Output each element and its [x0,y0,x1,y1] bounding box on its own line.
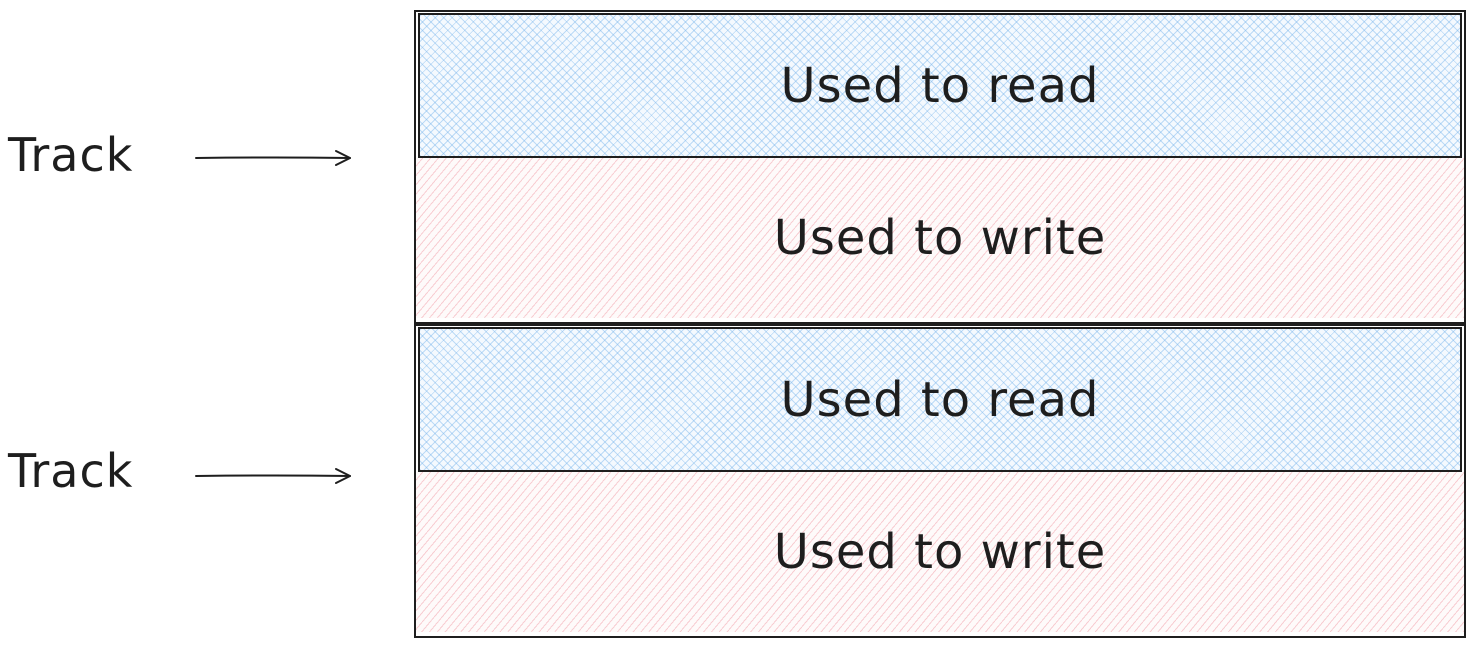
arrow-icon-1 [195,150,351,166]
track-label-1: Track [8,128,134,182]
arrow-icon-2 [195,468,351,484]
track-label-2: Track [8,444,134,498]
write-label-1: Used to write [773,210,1107,266]
read-region-2: Used to read [418,327,1462,472]
read-region-1: Used to read [418,13,1462,158]
track-block-1: Used to read Used to write [414,10,1466,324]
track-block-2: Used to read Used to write [414,324,1466,638]
write-region-2: Used to write [416,472,1464,632]
read-label-1: Used to read [780,57,1100,114]
write-region-1: Used to write [416,158,1464,318]
write-label-2: Used to write [773,524,1107,580]
read-label-2: Used to read [780,371,1100,428]
